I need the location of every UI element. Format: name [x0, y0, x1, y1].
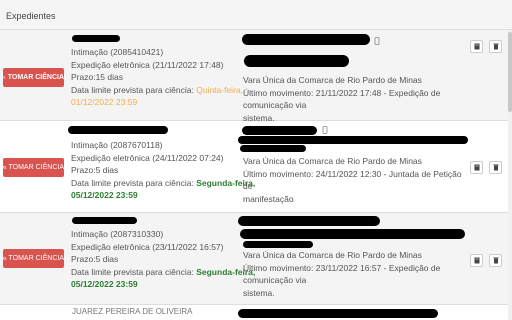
expedicao-date: Expedição eletrônica (21/11/2022 17:48)	[71, 59, 224, 70]
trash-icon	[492, 164, 499, 171]
expediente-item: TOMAR CIÊNCIA Intimação (2087310330) Exp…	[0, 213, 512, 305]
deadline-label: Data limite prevista para ciência:	[71, 177, 194, 188]
redaction-block	[68, 126, 168, 134]
trash-icon	[492, 257, 499, 264]
prazo: Prazo:5 dias	[71, 254, 119, 264]
tomar-ciencia-button[interactable]: TOMAR CIÊNCIA	[3, 158, 64, 177]
paperclip-icon	[374, 37, 380, 45]
deadline-label: Data limite prevista para ciência:	[71, 84, 194, 95]
redaction-block	[244, 55, 349, 67]
vara-name: Vara Única da Comarca de Rio Pardo de Mi…	[243, 250, 422, 260]
expedientes-header: Expedientes	[0, 0, 512, 30]
tomar-ciencia-label: TOMAR CIÊNCIA	[8, 255, 65, 262]
view-book-button[interactable]	[470, 161, 483, 174]
redaction-block	[242, 34, 370, 45]
tomar-ciencia-button[interactable]: TOMAR CIÊNCIA	[3, 68, 64, 87]
deadline-day: Quinta-feira,	[196, 84, 243, 95]
scrollbar-thumb[interactable]	[508, 32, 512, 112]
expedientes-list: TOMAR CIÊNCIA Intimação (2085410421) Exp…	[0, 30, 512, 320]
expediente-info: Vara Única da Comarca de Rio Pardo de Mi…	[243, 249, 463, 299]
search-icon	[3, 76, 6, 79]
book-icon	[474, 43, 479, 50]
view-book-button[interactable]	[470, 254, 483, 267]
redaction-block	[240, 229, 465, 239]
header-title: Expedientes	[6, 11, 56, 21]
vara-name: Vara Única da Comarca de Rio Pardo de Mi…	[243, 75, 422, 85]
ultimo-movimento-cont: manifestação	[243, 193, 294, 204]
view-book-button[interactable]	[470, 40, 483, 53]
expediente-item: TOMAR CIÊNCIA Intimação (2085410421) Exp…	[0, 30, 512, 124]
tomar-ciencia-label: TOMAR CIÊNCIA	[8, 164, 65, 171]
intimacao-id: Intimação (2087310330)	[71, 229, 164, 239]
expediente-meta: Intimação (2085410421) Expedição eletrôn…	[71, 46, 243, 109]
paperclip-icon	[322, 126, 328, 134]
deadline-line: Data limite prevista para ciência: Segun…	[71, 266, 255, 279]
delete-button[interactable]	[489, 40, 502, 53]
redaction-block	[240, 145, 306, 152]
redaction-block	[238, 309, 438, 318]
deadline-line: Data limite prevista para ciência: Segun…	[71, 177, 255, 190]
delete-button[interactable]	[489, 161, 502, 174]
redaction-block	[243, 241, 313, 248]
book-icon	[474, 164, 479, 171]
intimacao-id: Intimação (2087670118)	[71, 140, 163, 150]
redaction-block	[238, 136, 468, 144]
redaction-block	[242, 126, 317, 135]
intimacao-id: Intimação (2085410421)	[71, 47, 164, 57]
ultimo-movimento: Último movimento: 24/11/2022 12:30 - Jun…	[243, 168, 462, 192]
expediente-info: Vara Única da Comarca de Rio Pardo de Mi…	[243, 155, 463, 205]
partial-party-name: JUAREZ PEREIRA DE OLIVEIRA	[72, 307, 193, 316]
expediente-info: Vara Única da Comarca de Rio Pardo de Mi…	[243, 74, 463, 124]
ultimo-movimento: Último movimento: 23/11/2022 16:57 - Exp…	[243, 262, 441, 286]
expedicao-date: Expedição eletrônica (23/11/2022 16:57)	[71, 241, 224, 252]
redaction-block	[72, 35, 120, 42]
ultimo-movimento-cont: sistema.	[243, 287, 275, 298]
vara-name: Vara Única da Comarca de Rio Pardo de Mi…	[243, 156, 422, 166]
tomar-ciencia-button[interactable]: TOMAR CIÊNCIA	[3, 249, 64, 268]
redaction-block	[72, 217, 137, 224]
redaction-block	[238, 216, 380, 226]
expediente-meta: Intimação (2087310330) Expedição eletrôn…	[71, 228, 255, 291]
deadline-date: 01/12/2022 23:59	[71, 97, 138, 107]
deadline-date: 05/12/2022 23:59	[71, 279, 138, 289]
book-icon	[474, 257, 479, 264]
expediente-item: TOMAR CIÊNCIA Intimação (2087670118) Exp…	[0, 121, 512, 213]
prazo: Prazo:15 dias	[71, 72, 123, 82]
search-icon	[3, 256, 7, 261]
deadline-date: 05/12/2022 23:59	[71, 190, 138, 200]
delete-button[interactable]	[489, 254, 502, 267]
expedicao-date: Expedição eletrônica (24/11/2022 07:24)	[71, 152, 224, 163]
expediente-item: JUAREZ PEREIRA DE OLIVEIRA	[0, 305, 512, 320]
deadline-line: Data limite prevista para ciência: Quint…	[71, 84, 243, 97]
tomar-ciencia-label: TOMAR CIÊNCIA	[7, 74, 64, 81]
search-icon	[3, 165, 7, 170]
expediente-meta: Intimação (2087670118) Expedição eletrôn…	[71, 139, 255, 202]
ultimo-movimento: Último movimento: 21/11/2022 17:48 - Exp…	[243, 87, 441, 111]
deadline-label: Data limite prevista para ciência:	[71, 266, 194, 277]
trash-icon	[492, 43, 499, 50]
prazo: Prazo:5 dias	[71, 165, 119, 175]
